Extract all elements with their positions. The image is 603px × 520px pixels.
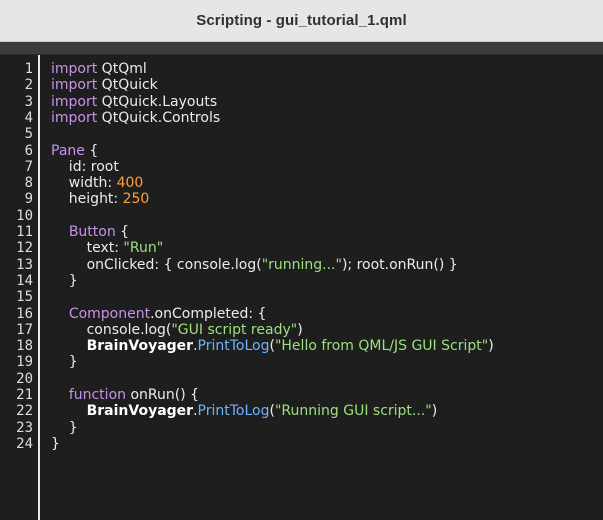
code-token: Pane: [51, 142, 85, 159]
code-token: console.log(: [51, 321, 172, 338]
code-token: PrintToLog: [197, 403, 270, 420]
line-number: 4: [24, 109, 33, 126]
code-token: "running...": [261, 256, 342, 273]
code-token: }: [51, 419, 78, 436]
code-token: width:: [51, 175, 117, 192]
line-number: 13: [16, 256, 33, 273]
code-line[interactable]: function onRun() {: [51, 387, 199, 403]
line-number: 3: [24, 93, 33, 110]
line-number: 14: [16, 272, 33, 289]
code-token: import: [51, 109, 98, 126]
line-number-gutter: 1 2 3 4 5 6 7 8 9 10 11 12 13 14 15 16 17 18 19 20 21 22 23 24: [0, 55, 40, 520]
code-line[interactable]: id: root: [51, 159, 119, 175]
code-token: import: [51, 77, 98, 94]
code-token: function: [68, 387, 127, 403]
code-token: ); root.onRun() }: [341, 256, 458, 273]
line-number: 24: [16, 435, 33, 452]
code-editor[interactable]: 1 2 3 4 5 6 7 8 9 10 11 12 13 14 15 16 17 18 19 20 21 22 23 24 …: [0, 55, 603, 520]
code-token: ): [431, 403, 438, 420]
code-line[interactable]: console.log("GUI script ready"): [51, 322, 303, 338]
code-token: onClicked: { console.log(: [51, 256, 262, 273]
code-line[interactable]: import QtQml: [51, 61, 147, 77]
code-line[interactable]: onClicked: { console.log("running..."); …: [51, 257, 458, 273]
code-token: {: [115, 224, 130, 240]
code-token: Button: [68, 224, 116, 240]
code-token: QtQml: [97, 61, 147, 77]
code-token: onRun() {: [126, 387, 200, 403]
line-number: 22: [16, 403, 33, 420]
code-token: .onCompleted: {: [150, 305, 267, 322]
line-number: 1: [24, 61, 33, 77]
code-token: id: root: [51, 158, 119, 175]
line-number: 10: [16, 207, 33, 224]
code-token: }: [51, 354, 78, 371]
code-token: import: [51, 93, 98, 110]
code-line[interactable]: import QtQuick.Controls: [51, 110, 220, 126]
code-token: PrintToLog: [197, 338, 270, 355]
line-number: 6: [24, 142, 33, 159]
code-line[interactable]: import QtQuick.Layouts: [51, 94, 217, 110]
line-number: 9: [24, 191, 33, 208]
code-token: "GUI script ready": [171, 321, 298, 338]
code-line[interactable]: Component.onCompleted: {: [51, 305, 267, 322]
code-token: }: [51, 272, 78, 289]
line-number: 17: [16, 321, 33, 338]
code-token: "Hello from QML/JS GUI Script": [274, 338, 489, 355]
code-token: Component: [68, 305, 151, 322]
code-token: "Run": [123, 240, 164, 257]
line-number: 16: [16, 305, 33, 322]
line-number: 18: [16, 338, 33, 355]
code-token: height:: [51, 191, 123, 208]
code-token: text:: [51, 240, 124, 257]
code-line[interactable]: }: [51, 354, 78, 370]
line-number: 7: [24, 158, 33, 175]
code-line[interactable]: import QtQuick: [51, 77, 158, 93]
code-token: QtQuick.Controls: [97, 109, 221, 126]
code-token: }: [51, 435, 60, 452]
code-line[interactable]: Pane {: [51, 143, 98, 159]
code-line[interactable]: width: 400: [51, 175, 144, 192]
code-token: BrainVoyager: [86, 403, 194, 420]
code-line[interactable]: }: [51, 273, 78, 289]
line-number: 11: [16, 224, 33, 240]
toolbar-strip: [0, 42, 603, 55]
line-number: 23: [16, 419, 33, 436]
line-number: 20: [16, 370, 33, 387]
code-line[interactable]: Button {: [51, 224, 129, 240]
code-token: import: [51, 61, 98, 77]
code-line[interactable]: BrainVoyager.PrintToLog("Hello from QML/…: [51, 338, 494, 354]
code-line[interactable]: BrainVoyager.PrintToLog("Running GUI scr…: [51, 403, 438, 420]
code-line[interactable]: text: "Run": [51, 240, 164, 257]
line-number: 8: [24, 175, 33, 192]
line-number: 15: [16, 289, 33, 306]
line-number: 19: [16, 354, 33, 371]
code-line[interactable]: }: [51, 436, 60, 452]
window-titlebar[interactable]: Scripting - gui_tutorial_1.qml: [0, 0, 603, 42]
scripting-window: Scripting - gui_tutorial_1.qml 123456789…: [0, 0, 603, 520]
code-token: {: [84, 142, 99, 159]
line-number: 21: [16, 387, 33, 403]
code-token: 250: [122, 191, 150, 208]
line-number: 12: [16, 240, 33, 257]
code-token: 400: [116, 175, 144, 192]
code-token: ): [297, 321, 303, 338]
code-token: ): [488, 338, 494, 355]
code-line[interactable]: }: [51, 420, 78, 436]
code-line[interactable]: height: 250: [51, 191, 150, 208]
code-token: QtQuick.Layouts: [97, 93, 218, 110]
line-number: 2: [24, 77, 33, 94]
line-number: 5: [24, 126, 33, 143]
window-title: Scripting - gui_tutorial_1.qml: [196, 12, 407, 29]
code-token: QtQuick: [97, 77, 158, 94]
code-token: BrainVoyager: [86, 338, 194, 355]
code-token: "Running GUI script...": [274, 403, 432, 420]
